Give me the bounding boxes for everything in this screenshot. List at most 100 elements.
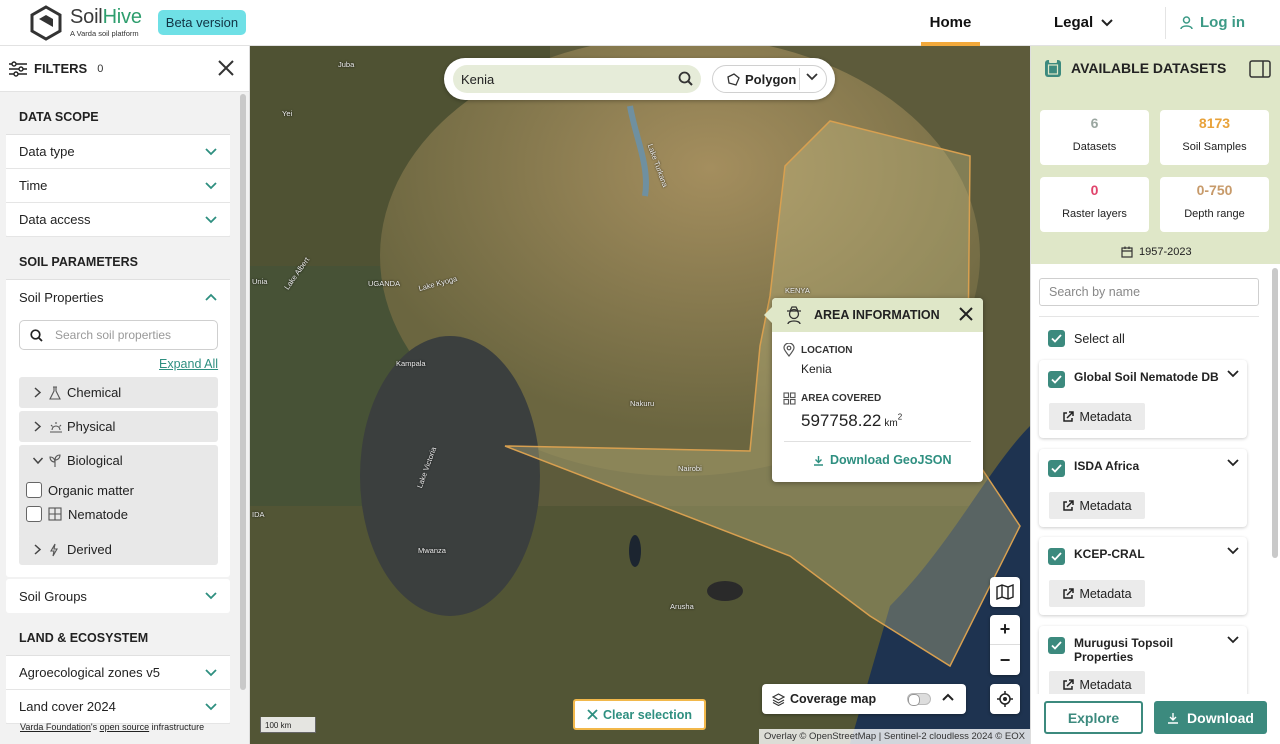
logo-name: SoilHive xyxy=(70,6,142,28)
login-label: Log in xyxy=(1200,14,1245,31)
top-header: SoilHive A Varda soil platform Beta vers… xyxy=(0,0,1280,46)
map-label-ida: IDA xyxy=(252,510,265,519)
location-search-input[interactable]: Kenia xyxy=(453,65,701,93)
category-biological[interactable]: Biological xyxy=(19,445,218,476)
dataset-name: Murugusi Topsoil Properties xyxy=(1074,636,1174,664)
datasets-panel: AVAILABLE DATASETS 6 Datasets 8173 Soil … xyxy=(1030,46,1280,744)
chevron-right-icon xyxy=(34,544,42,555)
category-derived[interactable]: Derived xyxy=(19,534,218,565)
dataset-search-input[interactable]: Search by name xyxy=(1039,278,1259,306)
check-nematode[interactable]: Nematode xyxy=(26,506,128,522)
coverage-map-toggle[interactable] xyxy=(907,693,931,706)
category-chemical[interactable]: Chemical xyxy=(19,377,218,408)
filter-data-type[interactable]: Data type xyxy=(6,135,230,169)
location-value: Kenia xyxy=(801,362,832,376)
chevron-up-icon[interactable] xyxy=(942,693,954,701)
stat-value: 0-750 xyxy=(1196,182,1233,198)
dataset-name: KCEP-CRAL xyxy=(1074,547,1145,561)
area-covered-label: AREA COVERED xyxy=(801,393,882,404)
login-link[interactable]: Log in xyxy=(1180,14,1245,31)
map-label-arusha: Arusha xyxy=(670,602,694,611)
dataset-checkbox[interactable] xyxy=(1048,371,1065,388)
metadata-button[interactable]: Metadata xyxy=(1049,580,1145,607)
map-label-juba: Juba xyxy=(338,60,355,69)
chevron-down-icon[interactable] xyxy=(1227,636,1239,644)
nav-home[interactable]: Home xyxy=(921,0,980,46)
chevron-down-icon[interactable] xyxy=(1227,459,1239,467)
download-geojson-link[interactable]: Download GeoJSON xyxy=(813,453,952,467)
varda-link[interactable]: Varda Foundation xyxy=(20,722,91,732)
stat-soil-samples: 8173 Soil Samples xyxy=(1160,110,1269,165)
map-icon xyxy=(996,584,1014,600)
open-source-link[interactable]: open source xyxy=(100,722,150,732)
filter-soil-groups[interactable]: Soil Groups xyxy=(6,579,230,613)
map-view[interactable]: Juba Yei Lake Turkana UGANDA Lake Kyoga … xyxy=(250,46,1030,744)
checkbox[interactable] xyxy=(26,506,42,522)
datasets-title: AVAILABLE DATASETS xyxy=(1071,60,1227,76)
filter-data-access[interactable]: Data access xyxy=(6,203,230,237)
dataset-checkbox[interactable] xyxy=(1048,637,1065,654)
filters-scrollbar[interactable] xyxy=(240,94,246,690)
filters-header: FILTERS 0 xyxy=(0,46,249,92)
polygon-selector[interactable]: Polygon xyxy=(712,65,827,93)
locate-button[interactable] xyxy=(990,684,1020,714)
map-label-yei: Yei xyxy=(282,109,293,118)
map-label-uganda: UGANDA xyxy=(368,279,401,288)
panel-toggle-icon[interactable] xyxy=(1249,60,1271,78)
farmer-icon xyxy=(787,306,801,325)
chevron-down-icon[interactable] xyxy=(1227,370,1239,378)
metadata-button[interactable]: Metadata xyxy=(1049,492,1145,519)
sun-icon xyxy=(50,421,62,433)
filter-time[interactable]: Time xyxy=(6,169,230,203)
filters-panel: FILTERS 0 DATA SCOPE Data type Time Data… xyxy=(0,46,250,744)
stat-value: 0 xyxy=(1090,182,1099,198)
logo[interactable]: SoilHive A Varda soil platform xyxy=(28,4,142,41)
zoom-in-button[interactable]: + xyxy=(990,615,1020,645)
crosshair-icon xyxy=(997,691,1013,707)
stat-label: Datasets xyxy=(1072,141,1117,153)
soilhive-logo-icon xyxy=(30,4,62,41)
metadata-button[interactable]: Metadata xyxy=(1049,403,1145,430)
map-label-nairobi: Nairobi xyxy=(678,464,702,473)
zoom-out-button[interactable]: − xyxy=(990,645,1020,675)
search-icon[interactable] xyxy=(678,71,693,86)
download-button[interactable]: Download xyxy=(1154,701,1267,734)
nav-legal[interactable]: Legal xyxy=(1054,14,1113,31)
zoom-controls: + − xyxy=(990,615,1020,675)
map-label-kampala: Kampala xyxy=(396,359,426,368)
explore-button[interactable]: Explore xyxy=(1044,701,1143,734)
flask-icon xyxy=(49,385,61,400)
area-information-header: AREA INFORMATION xyxy=(772,298,983,332)
chevron-down-icon xyxy=(205,215,217,223)
close-icon[interactable] xyxy=(959,307,973,321)
expand-all-link[interactable]: Expand All xyxy=(159,357,218,371)
stat-value: 8173 xyxy=(1198,115,1231,131)
soil-properties-toggle[interactable]: Soil Properties xyxy=(6,280,230,314)
filters-count: 0 xyxy=(97,62,104,75)
chevron-down-icon xyxy=(205,181,217,189)
datasets-scrollbar[interactable] xyxy=(1272,268,1278,558)
checkbox[interactable] xyxy=(26,482,42,498)
filter-land-cover[interactable]: Land cover 2024 xyxy=(6,690,230,724)
basemap-button[interactable] xyxy=(990,577,1020,607)
nav-divider xyxy=(1165,7,1166,39)
check-organic-matter[interactable]: Organic matter xyxy=(26,482,134,498)
chevron-down-icon[interactable] xyxy=(806,73,818,81)
datasets-summary: AVAILABLE DATASETS 6 Datasets 8173 Soil … xyxy=(1031,46,1280,264)
date-range: 1957-2023 xyxy=(1121,246,1192,258)
clear-selection-button[interactable]: Clear selection xyxy=(573,699,706,730)
filter-agroecological-zones[interactable]: Agroecological zones v5 xyxy=(6,656,230,690)
data-scope-section: DATA SCOPE Data type Time Data access xyxy=(6,100,230,237)
soil-groups-section: Soil Groups xyxy=(6,579,230,613)
dataset-checkbox[interactable] xyxy=(1048,460,1065,477)
select-all-checkbox[interactable]: Select all xyxy=(1048,330,1125,347)
dataset-checkbox[interactable] xyxy=(1048,548,1065,565)
chevron-down-icon[interactable] xyxy=(1227,547,1239,555)
category-physical[interactable]: Physical xyxy=(19,411,218,442)
close-icon[interactable] xyxy=(217,59,235,77)
check-icon xyxy=(1051,375,1062,384)
external-link-icon xyxy=(1063,587,1075,599)
calendar-icon xyxy=(1121,246,1133,258)
stat-value: 6 xyxy=(1090,115,1099,131)
soil-properties-search[interactable]: Search soil properties xyxy=(19,320,218,350)
